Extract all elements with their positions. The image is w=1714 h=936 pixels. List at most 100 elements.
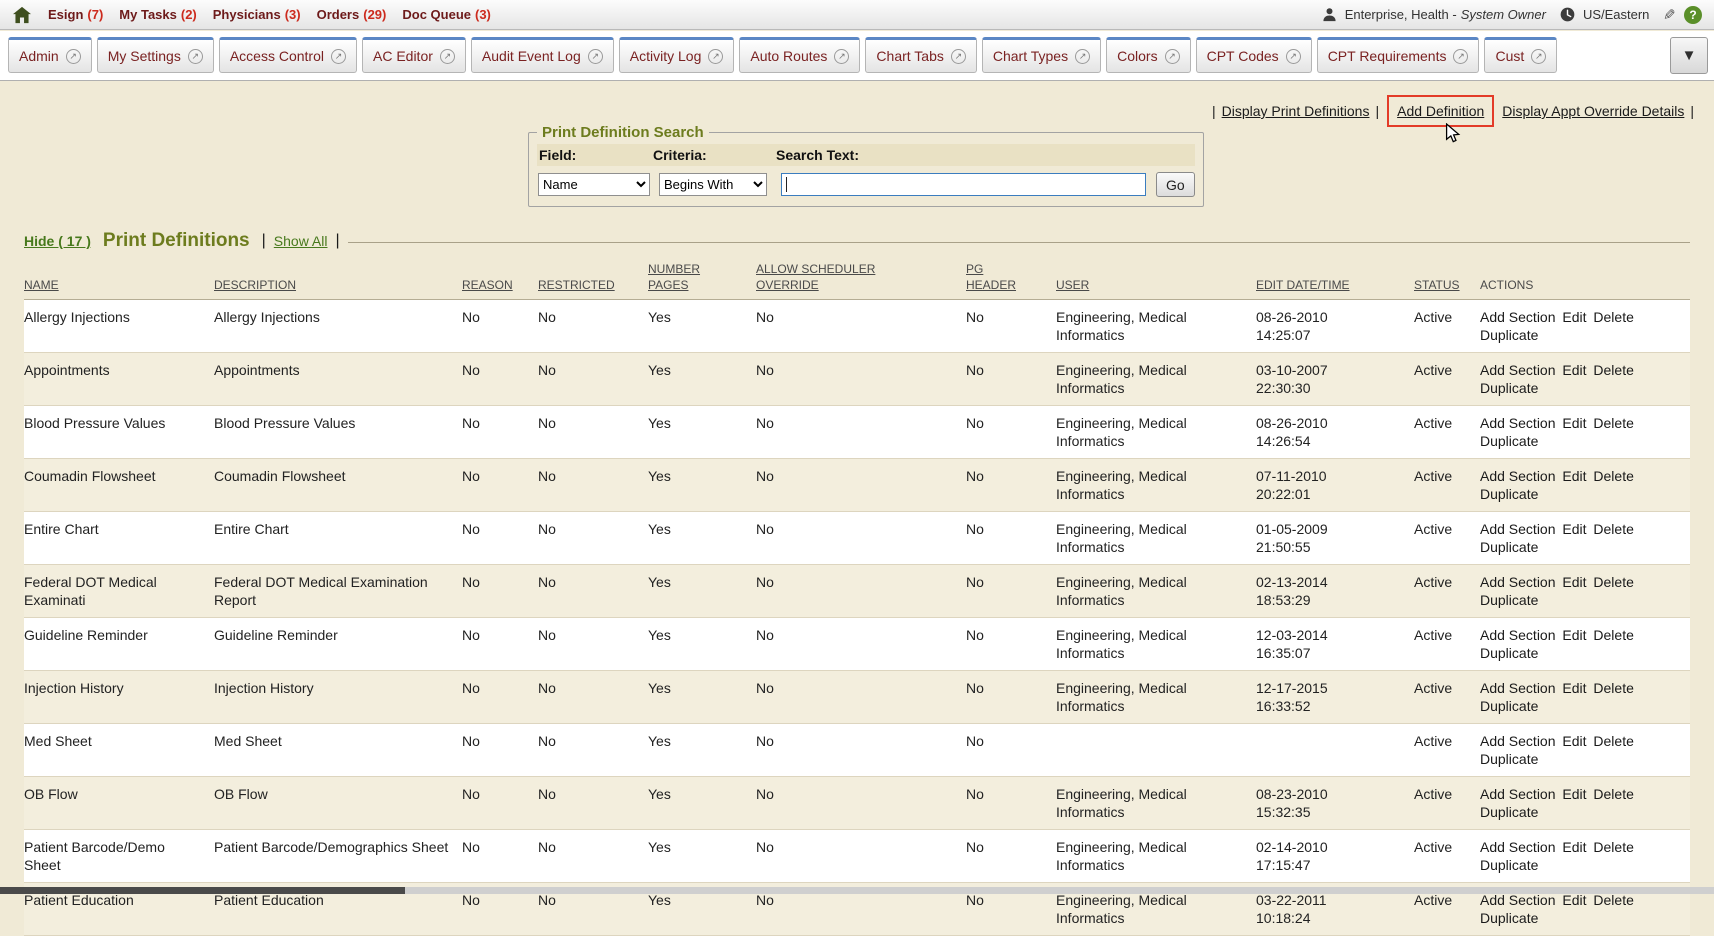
delete-link[interactable]: Delete: [1593, 468, 1633, 484]
column-header[interactable]: NAME: [24, 256, 214, 300]
hide-link[interactable]: Hide ( 17 ): [24, 233, 91, 249]
column-header[interactable]: PG HEADER: [966, 256, 1056, 300]
duplicate-link[interactable]: Duplicate: [1480, 327, 1538, 343]
tab[interactable]: My Settings ↗: [97, 37, 214, 73]
top-nav-item[interactable]: My Tasks (2): [119, 7, 196, 22]
open-new-window-icon[interactable]: ↗: [66, 49, 81, 64]
edit-link[interactable]: Edit: [1562, 574, 1586, 590]
add-section-link[interactable]: Add Section: [1480, 627, 1556, 643]
tab[interactable]: CPT Codes ↗: [1196, 37, 1312, 73]
go-button[interactable]: Go: [1156, 172, 1195, 197]
open-new-window-icon[interactable]: ↗: [440, 49, 455, 64]
column-header[interactable]: EDIT DATE/TIME: [1256, 256, 1414, 300]
column-header[interactable]: NUMBER PAGES: [648, 256, 756, 300]
delete-link[interactable]: Delete: [1593, 362, 1633, 378]
top-nav-item[interactable]: Doc Queue (3): [402, 7, 491, 22]
display-appt-override-link[interactable]: Display Appt Override Details: [1502, 103, 1684, 119]
column-header[interactable]: ACTIONS: [1480, 256, 1690, 300]
column-header[interactable]: REASON: [462, 256, 538, 300]
edit-link[interactable]: Edit: [1562, 892, 1586, 908]
duplicate-link[interactable]: Duplicate: [1480, 698, 1538, 714]
add-section-link[interactable]: Add Section: [1480, 786, 1556, 802]
edit-link[interactable]: Edit: [1562, 839, 1586, 855]
add-section-link[interactable]: Add Section: [1480, 892, 1556, 908]
add-section-link[interactable]: Add Section: [1480, 574, 1556, 590]
duplicate-link[interactable]: Duplicate: [1480, 804, 1538, 820]
tab[interactable]: Chart Types ↗: [982, 37, 1101, 73]
open-new-window-icon[interactable]: ↗: [834, 49, 849, 64]
tab[interactable]: CPT Requirements ↗: [1317, 37, 1480, 73]
duplicate-link[interactable]: Duplicate: [1480, 433, 1538, 449]
open-new-window-icon[interactable]: ↗: [1453, 49, 1468, 64]
edit-pencil-icon[interactable]: ✎: [1663, 6, 1676, 24]
tab[interactable]: Audit Event Log ↗: [471, 37, 614, 73]
field-select[interactable]: Name: [538, 173, 650, 196]
edit-link[interactable]: Edit: [1562, 309, 1586, 325]
edit-link[interactable]: Edit: [1562, 627, 1586, 643]
open-new-window-icon[interactable]: ↗: [588, 49, 603, 64]
add-section-link[interactable]: Add Section: [1480, 733, 1556, 749]
tab[interactable]: Admin ↗: [8, 37, 92, 73]
tab[interactable]: Access Control ↗: [219, 37, 357, 73]
column-header[interactable]: STATUS: [1414, 256, 1480, 300]
delete-link[interactable]: Delete: [1593, 521, 1633, 537]
timezone-label[interactable]: US/Eastern: [1583, 7, 1649, 22]
delete-link[interactable]: Delete: [1593, 786, 1633, 802]
add-definition-link[interactable]: Add Definition: [1397, 103, 1484, 119]
top-nav-item[interactable]: Orders (29): [317, 7, 387, 22]
duplicate-link[interactable]: Duplicate: [1480, 857, 1538, 873]
open-new-window-icon[interactable]: ↗: [188, 49, 203, 64]
column-header[interactable]: ALLOW SCHEDULER OVERRIDE: [756, 256, 966, 300]
open-new-window-icon[interactable]: ↗: [951, 49, 966, 64]
tab[interactable]: Chart Tabs ↗: [865, 37, 976, 73]
delete-link[interactable]: Delete: [1593, 309, 1633, 325]
edit-link[interactable]: Edit: [1562, 362, 1586, 378]
delete-link[interactable]: Delete: [1593, 892, 1633, 908]
column-header[interactable]: RESTRICTED: [538, 256, 648, 300]
tab[interactable]: Auto Routes ↗: [739, 37, 860, 73]
display-print-definitions-link[interactable]: Display Print Definitions: [1222, 103, 1370, 119]
edit-link[interactable]: Edit: [1562, 733, 1586, 749]
home-icon[interactable]: [12, 6, 32, 24]
current-user[interactable]: Enterprise, Health -System Owner: [1345, 7, 1546, 22]
add-section-link[interactable]: Add Section: [1480, 415, 1556, 431]
open-new-window-icon[interactable]: ↗: [708, 49, 723, 64]
open-new-window-icon[interactable]: ↗: [331, 49, 346, 64]
tab[interactable]: Colors ↗: [1106, 37, 1190, 73]
edit-link[interactable]: Edit: [1562, 786, 1586, 802]
duplicate-link[interactable]: Duplicate: [1480, 751, 1538, 767]
top-nav-item[interactable]: Esign (7): [48, 7, 103, 22]
add-section-link[interactable]: Add Section: [1480, 521, 1556, 537]
search-input[interactable]: [781, 173, 1146, 196]
open-new-window-icon[interactable]: ↗: [1286, 49, 1301, 64]
tab[interactable]: Cust ↗: [1484, 37, 1557, 73]
duplicate-link[interactable]: Duplicate: [1480, 486, 1538, 502]
open-new-window-icon[interactable]: ↗: [1531, 49, 1546, 64]
delete-link[interactable]: Delete: [1593, 627, 1633, 643]
delete-link[interactable]: Delete: [1593, 415, 1633, 431]
delete-link[interactable]: Delete: [1593, 574, 1633, 590]
top-nav-item[interactable]: Physicians (3): [213, 7, 301, 22]
tab-overflow-button[interactable]: ▼: [1670, 37, 1708, 74]
add-section-link[interactable]: Add Section: [1480, 309, 1556, 325]
duplicate-link[interactable]: Duplicate: [1480, 592, 1538, 608]
horizontal-scrollbar[interactable]: [0, 887, 1714, 894]
delete-link[interactable]: Delete: [1593, 680, 1633, 696]
edit-link[interactable]: Edit: [1562, 680, 1586, 696]
duplicate-link[interactable]: Duplicate: [1480, 380, 1538, 396]
tab[interactable]: AC Editor ↗: [362, 37, 466, 73]
edit-link[interactable]: Edit: [1562, 468, 1586, 484]
tab[interactable]: Activity Log ↗: [619, 37, 735, 73]
delete-link[interactable]: Delete: [1593, 839, 1633, 855]
add-section-link[interactable]: Add Section: [1480, 362, 1556, 378]
show-all-link[interactable]: Show All: [274, 233, 328, 249]
open-new-window-icon[interactable]: ↗: [1075, 49, 1090, 64]
criteria-select[interactable]: Begins With: [659, 173, 767, 196]
horizontal-scrollbar-thumb[interactable]: [0, 887, 405, 894]
open-new-window-icon[interactable]: ↗: [1165, 49, 1180, 64]
edit-link[interactable]: Edit: [1562, 415, 1586, 431]
edit-link[interactable]: Edit: [1562, 521, 1586, 537]
add-section-link[interactable]: Add Section: [1480, 839, 1556, 855]
duplicate-link[interactable]: Duplicate: [1480, 910, 1538, 926]
duplicate-link[interactable]: Duplicate: [1480, 539, 1538, 555]
